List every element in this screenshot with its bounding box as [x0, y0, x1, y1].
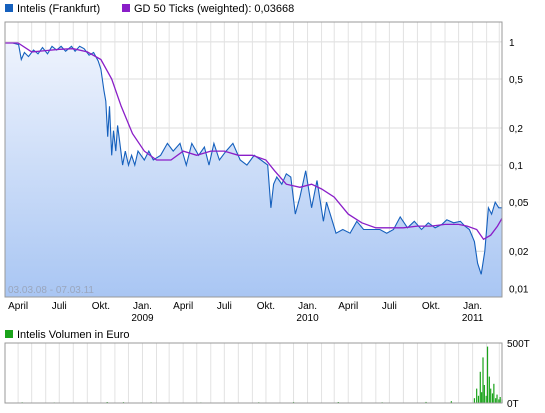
volume-bar	[483, 385, 485, 403]
volume-bar	[491, 393, 494, 403]
x-tick-label: Juli	[382, 301, 397, 312]
x-tick-label: Juli	[52, 301, 67, 312]
time-axis: April Juli Okt. Jan.2009April Juli Okt. Jan.20…	[8, 301, 484, 324]
chart-legend: Intelis (Frankfurt) GD 50 Ticks (weighte…	[5, 3, 294, 15]
legend-label-average: GD 50 Ticks (weighted): 0,03668	[134, 3, 294, 15]
volume-bar	[495, 398, 497, 403]
volume-panel: Intelis Volumen in Euro 0T 500T	[4, 329, 530, 410]
x-tick-label: April	[173, 301, 193, 312]
volume-bar	[488, 376, 490, 403]
date-range-label: 03.03.08 - 07.03.11	[8, 285, 94, 296]
price-y-tick-label: 0,01	[509, 284, 529, 295]
volume-bar	[496, 394, 498, 403]
volume-bar	[479, 371, 481, 403]
volume-bar	[499, 397, 501, 403]
volume-legend-label: Intelis Volumen in Euro	[17, 329, 130, 341]
x-tick-label: Jan.	[298, 301, 317, 312]
volume-bar	[481, 392, 483, 403]
price-y-tick-label: 0,02	[509, 247, 529, 258]
volume-bar	[486, 346, 489, 403]
x-tick-label: Okt.	[92, 301, 110, 312]
stock-chart: Intelis (Frankfurt) GD 50 Ticks (weighte…	[4, 3, 530, 410]
x-tick-year-label: 2010	[296, 313, 319, 324]
x-tick-label: Okt.	[422, 301, 440, 312]
price-y-tick-label: 0,2	[509, 124, 523, 135]
volume-bar	[485, 395, 487, 403]
price-y-tick-label: 0,1	[509, 161, 523, 172]
x-tick-label: Okt.	[257, 301, 275, 312]
price-y-tick-label: 0,5	[509, 75, 523, 86]
x-tick-label: Juli	[217, 301, 232, 312]
legend-label-price: Intelis (Frankfurt)	[17, 3, 100, 15]
x-tick-year-label: 2009	[131, 313, 154, 324]
x-tick-label: Jan.	[463, 301, 482, 312]
x-tick-label: April	[338, 301, 358, 312]
price-y-tick-label: 0,05	[509, 198, 529, 209]
volume-legend-swatch	[5, 330, 13, 338]
volume-bar	[476, 388, 478, 403]
volume-bar	[477, 395, 480, 403]
price-y-tick-label: 1	[509, 38, 515, 49]
x-tick-label: Jan.	[133, 301, 152, 312]
legend-swatch-price	[5, 4, 13, 12]
x-tick-year-label: 2011	[462, 313, 484, 324]
price-y-axis: 1 0,5 0,2 0,1 0,05 0,02 0,01	[509, 38, 529, 295]
price-panel: 03.03.08 - 07.03.11 1 0,5 0,2 0,1 0,05 0,02 0,…	[4, 21, 529, 298]
volume-y-axis: 0T 500T	[507, 339, 530, 410]
volume-bar	[490, 388, 492, 403]
volume-panel-background	[5, 343, 502, 403]
volume-y-tick-label: 500T	[507, 339, 530, 350]
volume-bar	[473, 398, 476, 403]
volume-y-tick-label: 0T	[507, 399, 519, 410]
volume-bar	[493, 383, 495, 403]
legend-swatch-average	[122, 4, 130, 12]
volume-bar	[482, 357, 484, 403]
volume-bar	[498, 399, 500, 403]
x-tick-label: April	[8, 301, 28, 312]
